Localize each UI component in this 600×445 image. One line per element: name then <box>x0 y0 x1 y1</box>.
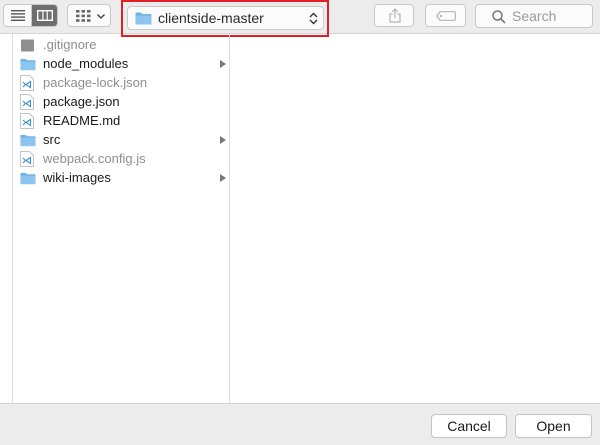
toolbar: clientside-master Search <box>0 0 600 37</box>
disclosure-triangle-icon <box>220 174 226 182</box>
list-item[interactable]: wiki-images <box>13 169 229 188</box>
list-item[interactable]: webpack.config.js <box>13 150 229 169</box>
search-icon <box>492 10 506 24</box>
list-view-button[interactable] <box>4 5 31 26</box>
file-name: package-lock.json <box>43 75 148 90</box>
generic-file-icon <box>21 39 34 52</box>
up-down-chevron-icon <box>309 12 318 25</box>
file-name: package.json <box>43 94 120 109</box>
search-field[interactable]: Search <box>475 4 593 28</box>
disclosure-triangle-icon <box>220 136 226 144</box>
tag-icon <box>436 11 456 21</box>
sidebar-edge <box>0 34 13 403</box>
share-icon <box>389 8 401 23</box>
file-name: README.md <box>43 113 121 128</box>
file-name: src <box>43 132 61 147</box>
grid-group-icon <box>76 10 91 22</box>
disclosure-triangle-icon <box>220 60 226 68</box>
list-item[interactable]: package-lock.json <box>13 74 229 93</box>
list-item[interactable]: src <box>13 131 229 150</box>
folder-icon <box>20 134 36 147</box>
vscode-file-icon <box>20 151 34 167</box>
file-name: webpack.config.js <box>43 151 146 166</box>
folder-icon <box>20 58 36 71</box>
list-item[interactable]: package.json <box>13 93 229 112</box>
column-view-icon <box>37 10 53 21</box>
path-selector-highlight: clientside-master <box>121 0 329 37</box>
vscode-file-icon <box>20 113 34 129</box>
column-view-button[interactable] <box>31 5 57 26</box>
preview-column <box>230 34 600 403</box>
file-name: .gitignore <box>43 37 97 52</box>
list-item[interactable]: README.md <box>13 112 229 131</box>
vscode-file-icon <box>20 75 34 91</box>
file-column: .gitignore node_modules package-lock.jso… <box>13 34 230 403</box>
dialog-footer: Cancel Open <box>0 403 600 445</box>
open-button[interactable]: Open <box>515 414 592 438</box>
list-item[interactable]: .gitignore <box>13 36 229 55</box>
view-mode-segmented-control <box>3 4 58 27</box>
file-name: node_modules <box>43 56 129 71</box>
tag-button[interactable] <box>425 4 466 27</box>
group-by-button[interactable] <box>67 4 111 27</box>
list-item[interactable]: node_modules <box>13 55 229 74</box>
path-folder-name: clientside-master <box>158 10 264 26</box>
cancel-button[interactable]: Cancel <box>431 414 507 438</box>
search-placeholder: Search <box>512 8 557 24</box>
folder-icon <box>20 172 36 185</box>
file-name: wiki-images <box>43 170 111 185</box>
chevron-down-icon <box>97 14 105 19</box>
path-selector[interactable]: clientside-master <box>127 6 324 30</box>
share-button[interactable] <box>374 4 414 27</box>
vscode-file-icon <box>20 94 34 110</box>
folder-icon <box>135 12 152 25</box>
list-view-icon <box>11 10 25 21</box>
